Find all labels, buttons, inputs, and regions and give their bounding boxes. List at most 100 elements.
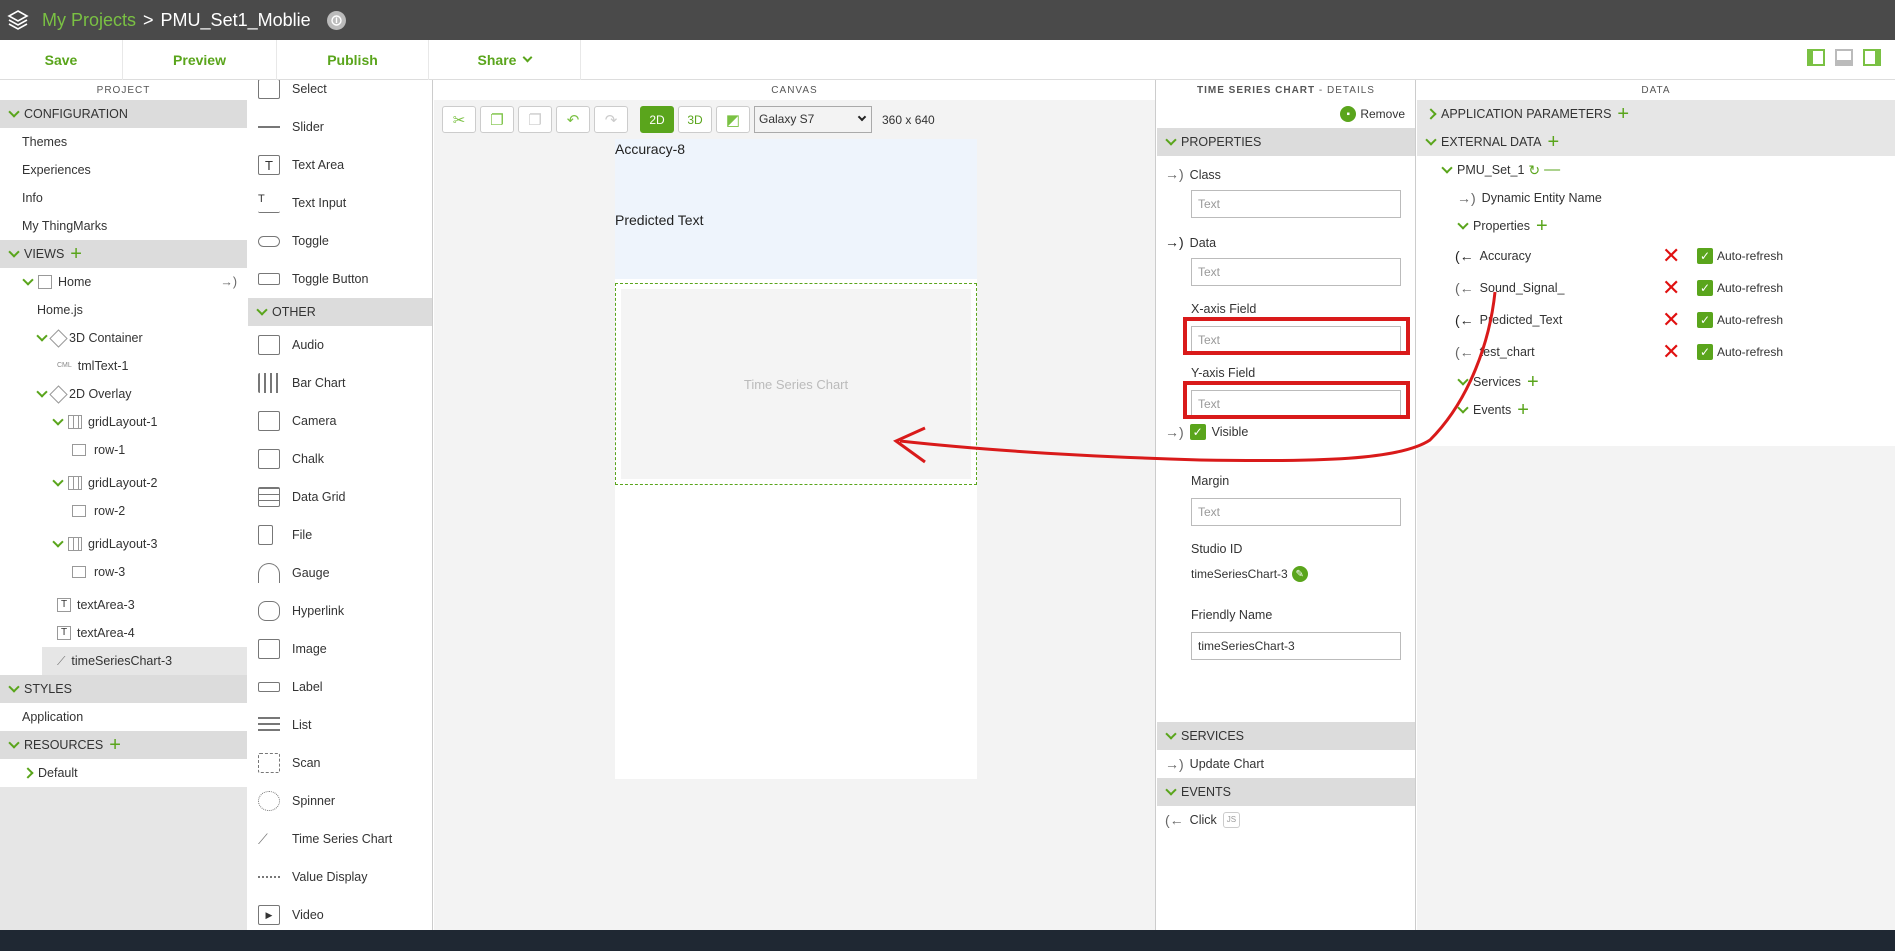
resource-item-default[interactable]: Default	[0, 759, 247, 787]
friendly-name-field[interactable]: timeSeriesChart-3	[1191, 632, 1401, 660]
palette-item-select[interactable]: Select	[248, 80, 432, 108]
palette-item-list[interactable]: List	[248, 706, 432, 744]
property-row-accuracy[interactable]: (← Accuracy ✕ ✓ Auto-refresh	[1417, 240, 1895, 272]
mode-2d-button[interactable]: 2D	[640, 106, 674, 133]
palette-item-value-display[interactable]: Value Display	[248, 858, 432, 896]
tree-item-gridlayout-3[interactable]: gridLayout-3	[0, 530, 247, 558]
entity-properties[interactable]: Properties +	[1417, 212, 1895, 240]
data-field[interactable]: Text	[1191, 258, 1401, 286]
tree-item-home[interactable]: Home →)	[0, 268, 247, 296]
tree-item-2d-overlay[interactable]: 2D Overlay	[0, 380, 247, 408]
refresh-icon[interactable]: ↻	[1528, 156, 1540, 184]
tree-item-row-2[interactable]: row-2	[0, 497, 247, 525]
resources-section[interactable]: RESOURCES +	[0, 731, 247, 759]
copy-icon[interactable]: ❐	[480, 106, 514, 133]
configuration-section[interactable]: CONFIGURATION	[0, 100, 247, 128]
js-badge[interactable]: JS	[1222, 812, 1241, 828]
mode-3d-button[interactable]: 3D	[678, 106, 712, 133]
info-icon[interactable]	[326, 10, 346, 30]
palette-item-chalk[interactable]: Chalk	[248, 440, 432, 478]
styles-section[interactable]: STYLES	[0, 675, 247, 703]
events-section[interactable]: EVENTS	[1157, 778, 1415, 806]
add-property-icon[interactable]: +	[1536, 216, 1548, 236]
palette-item-toggle[interactable]: Toggle	[248, 222, 432, 260]
visible-checkbox[interactable]: ✓	[1189, 424, 1206, 440]
auto-refresh-checkbox[interactable]: ✓	[1697, 248, 1713, 264]
preview-button[interactable]: Preview	[123, 39, 277, 80]
bind-in-arrow-icon[interactable]: →)	[1165, 166, 1184, 182]
tree-item-row-3[interactable]: row-3	[0, 558, 247, 586]
predicted-text[interactable]: Predicted Text	[615, 212, 703, 228]
share-button[interactable]: Share	[429, 39, 581, 80]
palette-item-audio[interactable]: Audio	[248, 326, 432, 364]
class-field[interactable]: Text	[1191, 190, 1401, 218]
margin-field[interactable]: Text	[1191, 498, 1401, 526]
auto-refresh-checkbox[interactable]: ✓	[1697, 280, 1713, 296]
tree-item-tmltext[interactable]: CML tmlText-1	[0, 352, 247, 380]
property-row-test-chart[interactable]: (← test_chart ✕ ✓ Auto-refresh	[1417, 336, 1895, 368]
palette-item-time-series-chart[interactable]: ⟋ Time Series Chart	[248, 820, 432, 858]
other-section[interactable]: OTHER	[248, 298, 432, 326]
left-panel-layout-icon[interactable]	[1807, 49, 1825, 66]
tree-item-row-1[interactable]: row-1	[0, 436, 247, 464]
remove-entity-icon[interactable]: —	[1544, 156, 1560, 184]
device-screen[interactable]: Accuracy-8 Predicted Text Time Series Ch…	[615, 139, 977, 779]
dynamic-entity-name[interactable]: →) Dynamic Entity Name	[1417, 184, 1895, 212]
cut-icon[interactable]: ✂	[442, 106, 476, 133]
bind-out-arrow-icon[interactable]: (←	[1455, 242, 1474, 270]
event-click[interactable]: (← Click JS	[1157, 806, 1415, 834]
tree-item-gridlayout-1[interactable]: gridLayout-1	[0, 408, 247, 436]
config-item-thingmarks[interactable]: My ThingMarks	[0, 212, 247, 240]
add-external-data-icon[interactable]: +	[1547, 132, 1559, 152]
remove-property-icon[interactable]: ✕	[1662, 245, 1680, 267]
palette-item-text-area[interactable]: T Text Area	[248, 146, 432, 184]
add-service-icon[interactable]: +	[1527, 372, 1539, 392]
tree-item-gridlayout-2[interactable]: gridLayout-2	[0, 469, 247, 497]
auto-refresh-checkbox[interactable]: ✓	[1697, 312, 1713, 328]
services-section[interactable]: SERVICES	[1157, 722, 1415, 750]
time-series-chart-widget[interactable]: Time Series Chart	[615, 283, 977, 485]
palette-item-spinner[interactable]: Spinner	[248, 782, 432, 820]
properties-section[interactable]: PROPERTIES	[1157, 128, 1415, 156]
device-select[interactable]: Galaxy S7	[754, 106, 872, 133]
palette-item-text-input[interactable]: T Text Input	[248, 184, 432, 222]
palette-item-bar-chart[interactable]: Bar Chart	[248, 364, 432, 402]
palette-item-file[interactable]: File	[248, 516, 432, 554]
text-area-block[interactable]: Accuracy-8 Predicted Text	[615, 139, 977, 279]
config-item-experiences[interactable]: Experiences	[0, 156, 247, 184]
external-data-section[interactable]: EXTERNAL DATA +	[1417, 128, 1895, 156]
palette-item-toggle-button[interactable]: Toggle Button	[248, 260, 432, 298]
publish-button[interactable]: Publish	[277, 39, 429, 80]
tree-item-textarea-3[interactable]: T textArea-3	[0, 591, 247, 619]
palette-item-scan[interactable]: Scan	[248, 744, 432, 782]
add-app-param-icon[interactable]: +	[1617, 104, 1629, 124]
entity-pmu-set-1[interactable]: PMU_Set_1 ↻ —	[1417, 156, 1895, 184]
save-button[interactable]: Save	[0, 39, 123, 80]
paste-icon[interactable]: ❐	[518, 106, 552, 133]
bind-out-arrow-icon[interactable]: (←	[1455, 306, 1474, 334]
undo-icon[interactable]: ↶	[556, 106, 590, 133]
edit-pencil-icon[interactable]: ✎	[1291, 566, 1308, 582]
bind-out-arrow-icon[interactable]: (←	[1455, 338, 1474, 366]
palette-item-data-grid[interactable]: Data Grid	[248, 478, 432, 516]
tree-item-home-js[interactable]: Home.js	[0, 296, 247, 324]
tree-item-textarea-4[interactable]: T textArea-4	[0, 619, 247, 647]
right-panel-layout-icon[interactable]	[1863, 49, 1881, 66]
views-section[interactable]: VIEWS +	[0, 240, 247, 268]
entity-services[interactable]: Services +	[1417, 368, 1895, 396]
tree-item-timeserieschart-3[interactable]: ⟋ timeSeriesChart-3	[42, 647, 247, 675]
config-item-themes[interactable]: Themes	[0, 128, 247, 156]
remove-button[interactable]: ▪ Remove	[1157, 100, 1415, 128]
add-resource-icon[interactable]: +	[109, 735, 121, 755]
bind-in-arrow-icon[interactable]: →)	[1165, 234, 1184, 250]
breadcrumb-my-projects[interactable]: My Projects	[42, 10, 136, 31]
bottom-panel-layout-icon[interactable]	[1835, 49, 1853, 66]
remove-property-icon[interactable]: ✕	[1662, 309, 1680, 331]
property-row-sound-signal[interactable]: (← Sound_Signal_ ✕ ✓ Auto-refresh	[1417, 272, 1895, 304]
auto-refresh-checkbox[interactable]: ✓	[1697, 344, 1713, 360]
tree-item-3d-container[interactable]: 3D Container	[0, 324, 247, 352]
navigate-arrow-icon[interactable]: →)	[220, 268, 237, 296]
entity-events[interactable]: Events +	[1417, 396, 1895, 424]
layers-icon[interactable]: ◩	[716, 106, 750, 133]
palette-item-hyperlink[interactable]: Hyperlink	[248, 592, 432, 630]
